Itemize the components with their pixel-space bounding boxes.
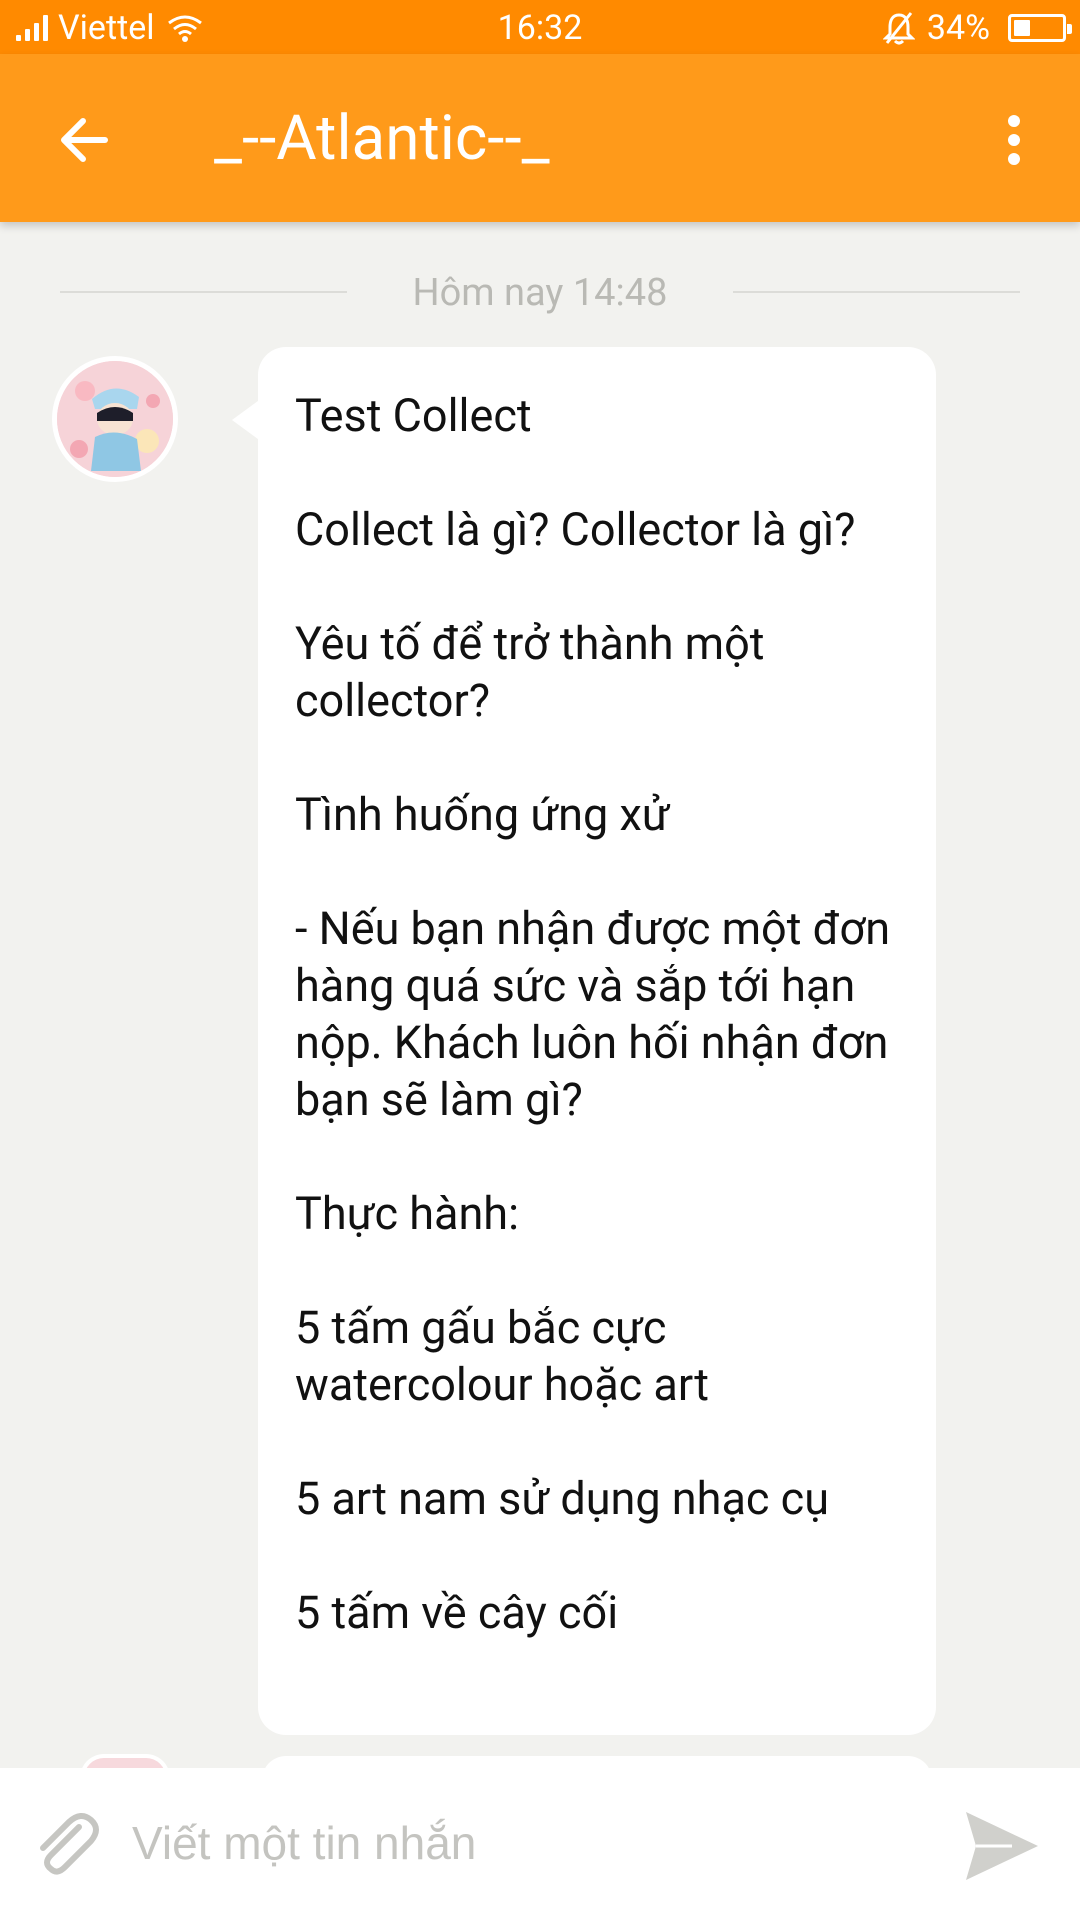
status-right: 34% [882,6,1072,50]
date-divider: Hôm nay 14:48 [60,268,1020,318]
message-paragraph: Collect là gì? Collector là gì? [295,503,856,556]
battery-fill [1014,20,1030,36]
bell-off-icon [882,12,915,45]
message-paragraph: Yêu tố để trở thành một collector? [295,617,765,727]
avatar[interactable] [52,356,178,482]
message-paragraph: 5 tấm gấu bắc cực watercolour hoặc art [295,1301,709,1411]
message-paragraph: Test Collect [295,389,532,442]
more-options-button[interactable] [966,92,1062,188]
message-paragraph: Tình huống ứng xử [295,788,670,841]
message-composer [0,1768,1080,1920]
battery-percent: 34% [926,8,990,48]
message-bubble[interactable]: Test Collect Collect là gì? Collector là… [258,347,936,1735]
battery-icon [1008,14,1072,42]
message-paragraph: - Nếu bạn nhận được một đơn hàng quá sức… [295,902,891,1126]
send-icon [966,1812,1038,1880]
date-divider-text: Hôm nay 14:48 [412,271,668,315]
back-arrow-icon [61,118,108,162]
paperclip-icon [40,1813,99,1875]
chat-title: _--Atlantic--_ [214,102,550,175]
top-app-bar: _--Atlantic--_ [0,54,1080,222]
message-paragraph: 5 tấm về cây cối [295,1586,619,1639]
more-vertical-icon [1008,115,1020,165]
back-button[interactable] [36,92,132,188]
send-button[interactable] [960,1806,1044,1886]
message-input[interactable] [130,1798,930,1888]
message-paragraph: 5 art nam sử dụng nhạc cụ [295,1472,830,1525]
divider-line-right [733,291,1020,293]
attach-button[interactable] [26,1804,106,1884]
message-text: Test Collect Collect là gì? Collector là… [295,387,915,1698]
message-paragraph: Thực hành: [295,1187,519,1240]
status-bar: Viettel 16:32 34% [0,0,1080,54]
avatar-illustration [57,361,173,477]
